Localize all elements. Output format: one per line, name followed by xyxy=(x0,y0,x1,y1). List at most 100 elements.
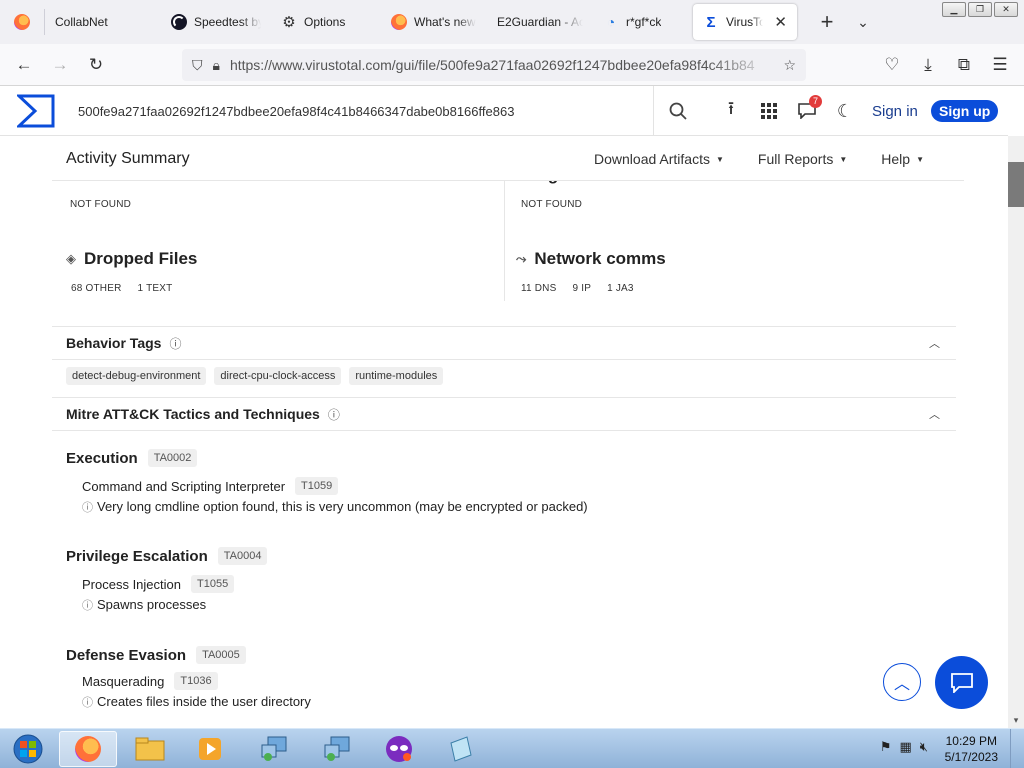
network-chip[interactable]: 9 IP xyxy=(567,279,596,298)
minimize-button[interactable]: ▁ xyxy=(942,2,966,17)
apps-grid-icon[interactable] xyxy=(750,86,788,136)
taskbar-firefox[interactable] xyxy=(59,731,117,767)
tab-virustotal[interactable]: Σ VirusTotal ✕ xyxy=(693,4,797,40)
tactic-code[interactable]: TA0004 xyxy=(217,547,268,565)
forward-button[interactable]: → xyxy=(42,49,78,81)
downloads-icon[interactable]: ⤓ xyxy=(910,49,946,81)
clock[interactable]: 10:29 PM 5/17/2023 xyxy=(945,733,998,765)
dropped-files-chip[interactable]: 68 OTHER xyxy=(66,279,127,298)
tab-options[interactable]: ⚙ Options xyxy=(271,0,381,44)
new-tab-button[interactable]: + xyxy=(809,4,845,40)
tab-firefox-view[interactable] xyxy=(0,0,44,44)
menu-icon[interactable]: ☰ xyxy=(982,49,1018,81)
full-reports-menu[interactable]: Full Reports ▼ xyxy=(758,151,847,167)
tactic-title: Execution TA0002 xyxy=(66,449,588,467)
ids-chip: NOT FOUND xyxy=(70,199,132,210)
chevron-up-icon[interactable]: ︿ xyxy=(929,335,940,351)
sign-up-button[interactable]: Sign up xyxy=(931,100,999,122)
extensions-icon[interactable]: ⧉ xyxy=(946,49,982,81)
technique-code[interactable]: T1055 xyxy=(191,575,235,593)
firefox-icon xyxy=(75,736,101,762)
chevron-up-icon[interactable]: ︿ xyxy=(929,406,940,422)
search-input[interactable]: 500fe9a271faa02692f1247bdbee20efa98f4c41… xyxy=(64,86,654,136)
taskbar-explorer[interactable] xyxy=(121,731,179,767)
tactic-title: Defense Evasion TA0005 xyxy=(66,646,311,664)
start-button[interactable] xyxy=(4,730,52,768)
info-icon[interactable]: ⓘ xyxy=(328,406,340,423)
network-computer-icon xyxy=(261,736,287,761)
tab-whats-new[interactable]: What's new xyxy=(381,0,487,44)
page-title: Activity Summary xyxy=(66,149,190,167)
virustotal-logo-icon[interactable] xyxy=(8,86,64,136)
show-desktop-button[interactable] xyxy=(1010,729,1024,768)
behavior-tag[interactable]: detect-debug-environment xyxy=(66,367,207,385)
tactic-code[interactable]: TA0002 xyxy=(147,449,198,467)
tab-label: What's new xyxy=(414,15,476,29)
reload-button[interactable]: ↻ xyxy=(78,49,114,81)
tab-label: VirusTotal xyxy=(726,15,764,29)
tab-strip: CollabNet Speedtest by ⚙ Options What's … xyxy=(0,0,1024,44)
lock-icon[interactable]: 🔒︎ xyxy=(213,57,220,74)
tactic-code[interactable]: TA0005 xyxy=(196,646,246,664)
page-content: ▭ IDS Rules NOT FOUND Σ Sigma Rules NOT … xyxy=(0,137,1008,728)
tab-rgfck[interactable]: ◔ r*gf*ck xyxy=(593,0,693,44)
tab-e2guardian[interactable]: E2Guardian - Ac xyxy=(487,0,593,44)
dropped-files-section: ◈ Dropped Files 68 OTHER 1 TEXT xyxy=(66,249,197,298)
tab-label: r*gf*ck xyxy=(626,15,662,29)
maximize-button[interactable]: ❐ xyxy=(968,2,992,17)
bookmark-star-icon[interactable]: ☆ xyxy=(783,57,796,74)
rgf-icon: ◔ xyxy=(606,14,616,30)
dropped-files-icon: ◈ xyxy=(66,251,76,266)
mitre-header[interactable]: Mitre ATT&CK Tactics and Techniques ⓘ ︿ xyxy=(52,397,956,431)
behavior-tags-header[interactable]: Behavior Tags ⓘ ︿ xyxy=(52,326,956,360)
tracking-shield-icon[interactable]: ⛉ xyxy=(192,57,203,74)
scrollbar-thumb[interactable] xyxy=(1008,162,1024,207)
info-icon[interactable]: ⓘ xyxy=(169,335,181,352)
close-window-button[interactable]: ✕ xyxy=(994,2,1018,17)
pocket-icon[interactable]: ♡ xyxy=(874,49,910,81)
technique-code[interactable]: T1036 xyxy=(174,672,218,690)
behavior-tag[interactable]: runtime-modules xyxy=(349,367,444,385)
sigma-chips: NOT FOUND xyxy=(516,195,634,214)
back-button[interactable]: ← xyxy=(6,49,42,81)
network-tray-icon[interactable]: ▦ xyxy=(900,739,912,755)
notepad-icon xyxy=(450,736,472,762)
scroll-down-arrow-icon[interactable]: ▾ xyxy=(1008,714,1024,726)
window-controls: ▁ ❐ ✕ xyxy=(942,2,1018,17)
list-tabs-button[interactable]: ⌄ xyxy=(845,4,881,40)
scroll-to-top-button[interactable]: ︿ xyxy=(883,663,921,701)
notifications-icon[interactable]: 7 xyxy=(788,86,826,136)
technique-code[interactable]: T1059 xyxy=(295,477,339,495)
url-text[interactable]: https://www.virustotal.com/gui/file/500f… xyxy=(230,57,773,73)
download-artifacts-menu[interactable]: Download Artifacts ▼ xyxy=(594,151,724,167)
taskbar-media-player[interactable] xyxy=(181,731,239,767)
taskbar-notepad[interactable] xyxy=(432,731,490,767)
dropped-files-chip[interactable]: 1 TEXT xyxy=(133,279,178,298)
upload-icon[interactable]: ⭱ xyxy=(712,86,750,136)
firefox-icon xyxy=(391,14,407,30)
technique: Command and Scripting Interpreter T1059 xyxy=(82,477,588,495)
sign-in-link[interactable]: Sign in xyxy=(872,86,918,136)
flag-icon[interactable]: ⚑ xyxy=(880,739,892,755)
dark-mode-icon[interactable]: ☾ xyxy=(826,86,864,136)
chat-button[interactable] xyxy=(935,656,988,709)
tab-speedtest[interactable]: Speedtest by xyxy=(161,0,271,44)
taskbar-network-app-2[interactable] xyxy=(308,731,366,767)
tab-label: Options xyxy=(304,15,346,29)
tab-collabnet[interactable]: CollabNet xyxy=(45,0,161,44)
search-icon[interactable] xyxy=(656,86,700,136)
volume-muted-icon[interactable]: 🔇︎ xyxy=(920,739,928,755)
url-bar[interactable]: ⛉ 🔒︎ https://www.virustotal.com/gui/file… xyxy=(182,49,806,81)
network-chip[interactable]: 11 DNS xyxy=(516,279,561,298)
tactic-defense-evasion: Defense Evasion TA0005 Masquerading T103… xyxy=(66,646,311,710)
clock-date: 5/17/2023 xyxy=(944,750,998,764)
page-scrollbar[interactable]: ▾ xyxy=(1008,136,1024,728)
network-comms-chips: 11 DNS 9 IP 1 JA3 xyxy=(516,279,666,298)
help-menu[interactable]: Help ▼ xyxy=(881,151,924,167)
close-tab-icon[interactable]: ✕ xyxy=(774,13,787,31)
taskbar-network-app-1[interactable] xyxy=(245,731,303,767)
technique-description: ⓘ Spawns processes xyxy=(82,597,207,612)
network-chip[interactable]: 1 JA3 xyxy=(602,279,639,298)
taskbar-vpn-app[interactable] xyxy=(370,731,428,767)
behavior-tag[interactable]: direct-cpu-clock-access xyxy=(214,367,342,385)
